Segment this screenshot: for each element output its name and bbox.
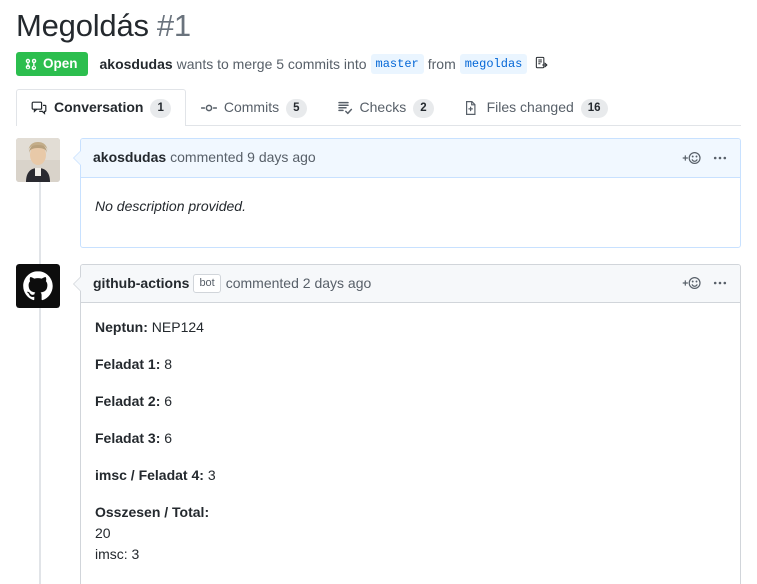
tab-commits-label: Commits <box>224 98 279 118</box>
tab-commits-count: 5 <box>286 99 306 118</box>
git-commit-icon <box>201 100 217 116</box>
git-pull-request-icon <box>24 57 38 71</box>
pr-merge-description: wants to merge 5 commits into <box>177 56 367 72</box>
comment-timestamp: commented 2 days ago <box>226 274 372 294</box>
tab-conversation-count: 1 <box>150 99 170 118</box>
result-label: Neptun: <box>95 319 148 335</box>
tab-commits[interactable]: Commits 5 <box>186 89 322 126</box>
checklist-icon <box>337 100 353 116</box>
copy-branch-icon[interactable] <box>534 56 549 71</box>
result-line-neptun: Neptun: NEP124 <box>95 317 726 338</box>
timeline-comment-item: github-actions bot commented 2 days ago <box>16 264 741 584</box>
pr-tabnav: Conversation 1 Commits 5 Checks 2 <box>16 90 741 126</box>
kebab-horizontal-icon[interactable] <box>712 275 728 291</box>
tab-checks[interactable]: Checks 2 <box>322 89 449 126</box>
avatar[interactable] <box>16 138 64 248</box>
pr-meta: akosdudas wants to merge 5 commits into … <box>100 54 550 75</box>
comment-box: github-actions bot commented 2 days ago <box>80 264 741 584</box>
pr-author-name[interactable]: akosdudas <box>100 56 173 72</box>
page-title: Megoldás #1 <box>12 0 745 46</box>
result-label: imsc / Feladat 4: <box>95 467 204 483</box>
pr-title-text: Megoldás <box>16 8 149 44</box>
result-value: 8 <box>164 356 172 372</box>
status-badge: Open <box>16 52 88 76</box>
github-octocat-avatar <box>16 264 60 308</box>
result-line-feladat-3: Feladat 3: 6 <box>95 428 726 449</box>
tab-files-changed[interactable]: Files changed 16 <box>449 89 623 126</box>
result-label: Feladat 1: <box>95 356 160 372</box>
status-badge-label: Open <box>43 57 78 71</box>
from-label: from <box>428 56 456 72</box>
pr-number: #1 <box>157 8 191 44</box>
comment-timestamp: commented 9 days ago <box>170 148 316 168</box>
result-value: NEP124 <box>152 319 204 335</box>
comment-discussion-icon <box>31 100 47 116</box>
tab-checks-count: 2 <box>413 99 433 118</box>
comment-header: github-actions bot commented 2 days ago <box>81 265 740 304</box>
kebab-horizontal-icon[interactable] <box>712 150 728 166</box>
tab-files-changed-count: 16 <box>581 99 608 118</box>
bot-badge: bot <box>193 274 220 294</box>
head-branch-badge[interactable]: megoldas <box>460 54 528 75</box>
timeline-comment-item: akosdudas commented 9 days ago <box>16 138 741 248</box>
base-branch-badge[interactable]: master <box>371 54 424 75</box>
add-reaction-smiley-icon[interactable] <box>682 150 701 166</box>
result-label: Osszesen / Total: <box>95 504 209 520</box>
result-value: 6 <box>164 430 172 446</box>
user-photo-avatar <box>16 138 60 182</box>
tab-files-changed-label: Files changed <box>487 98 574 118</box>
comment-body: Neptun: NEP124 Feladat 1: 8 Feladat 2: 6… <box>81 303 740 584</box>
comment-actions <box>682 275 728 291</box>
result-line-total: Osszesen / Total: 20 imsc: 3 <box>95 502 726 565</box>
comment-header: akosdudas commented 9 days ago <box>81 139 740 178</box>
result-value: 3 <box>208 467 216 483</box>
comment-actions <box>682 150 728 166</box>
tab-checks-label: Checks <box>360 98 407 118</box>
result-line-feladat-2: Feladat 2: 6 <box>95 391 726 412</box>
avatar[interactable] <box>16 264 64 584</box>
result-value: 6 <box>164 393 172 409</box>
tab-conversation[interactable]: Conversation 1 <box>16 89 186 126</box>
comment-body: No description provided. <box>81 178 740 247</box>
result-total-values: 20 imsc: 3 <box>95 525 139 562</box>
comment-box: akosdudas commented 9 days ago <box>80 138 741 248</box>
pr-subhead: Open akosdudas wants to merge 5 commits … <box>12 46 745 86</box>
result-label: Feladat 3: <box>95 430 160 446</box>
result-line-imsc-feladat-4: imsc / Feladat 4: 3 <box>95 465 726 486</box>
comment-author[interactable]: github-actions <box>93 274 189 294</box>
add-reaction-smiley-icon[interactable] <box>682 275 701 291</box>
result-label: Feladat 2: <box>95 393 160 409</box>
pull-request-page: Megoldás #1 Open akosdudas wants to merg… <box>0 0 757 584</box>
tab-conversation-label: Conversation <box>54 98 143 118</box>
comment-author[interactable]: akosdudas <box>93 148 166 168</box>
result-line-feladat-1: Feladat 1: 8 <box>95 354 726 375</box>
comment-empty-description: No description provided. <box>95 196 726 217</box>
file-diff-icon <box>464 100 480 116</box>
pr-timeline: akosdudas commented 9 days ago <box>16 138 741 584</box>
